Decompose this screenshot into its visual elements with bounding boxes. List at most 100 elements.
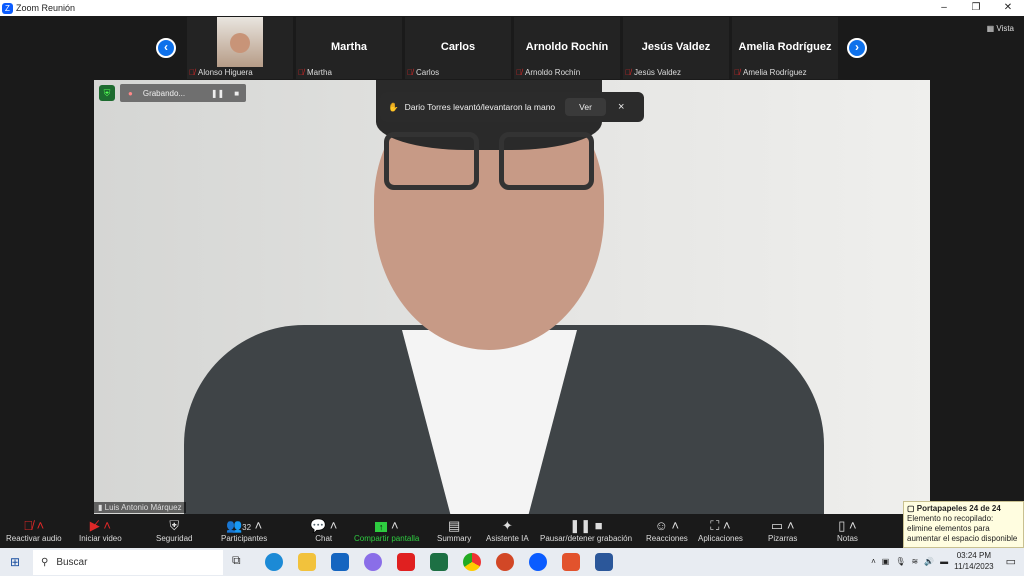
word-icon[interactable]: [595, 553, 613, 571]
recording-indicator: ● Grabando... ❚❚ ■: [120, 84, 246, 102]
muted-mic-icon: 🎙̸ ˄: [23, 518, 45, 533]
participant-tile[interactable]: 🎙̸ Alonso Higuera: [187, 17, 293, 79]
whiteboards-button[interactable]: ▭ ˄ Pizarras: [768, 517, 797, 543]
powerpoint-icon[interactable]: [496, 553, 514, 571]
label: Reacciones: [646, 534, 688, 543]
mail-icon[interactable]: [331, 553, 349, 571]
pause-stop-recording-button[interactable]: ❚❚ ■ Pausar/detener grabación: [540, 517, 632, 543]
zoom-app-icon[interactable]: [529, 553, 547, 571]
smiley-icon: ☺ ˄: [654, 518, 680, 533]
search-label: Buscar: [56, 557, 88, 568]
notifications-icon[interactable]: ▭: [1006, 555, 1016, 568]
tile-label: Alonso Higuera: [198, 68, 253, 77]
share-icon: ↑ ˄: [354, 517, 419, 534]
participant-tile[interactable]: Amelia Rodríguez 🎙̸ Amelia Rodríguez: [732, 17, 838, 79]
copilot-icon[interactable]: [364, 553, 382, 571]
clock[interactable]: 03:24 PM 11/14/2023: [954, 550, 993, 572]
chat-icon: 💬 ˄: [310, 518, 338, 533]
label: Pausar/detener grabación: [540, 534, 633, 543]
summary-button[interactable]: ▤ Summary: [437, 517, 471, 543]
reactions-button[interactable]: ☺ ˄ Reacciones: [646, 517, 688, 543]
muted-mic-icon: 🎙̸: [516, 68, 522, 77]
muted-mic-icon: 🎙̸: [625, 68, 631, 77]
label: Pizarras: [768, 534, 798, 543]
label: Iniciar video: [79, 534, 122, 543]
clipboard-body: Elemento no recopilado: elimine elemento…: [907, 514, 1018, 543]
security-button[interactable]: ⛨ Seguridad: [156, 517, 192, 543]
restore-button[interactable]: ❐: [960, 0, 992, 16]
recording-label: Grabando...: [142, 88, 186, 98]
label: Seguridad: [156, 534, 193, 543]
security-shield-icon: ⛨: [99, 85, 115, 101]
label: Reactivar audio: [6, 534, 62, 543]
battery-icon[interactable]: ▬: [940, 557, 948, 566]
label: Asistente IA: [486, 534, 529, 543]
volume-icon[interactable]: 🔊: [924, 557, 934, 566]
windows-start-icon[interactable]: ⊞: [10, 555, 20, 569]
minimize-button[interactable]: –: [928, 0, 960, 16]
muted-mic-icon: 🎙̸: [298, 68, 304, 77]
meeting-toolbar: 🎙̸ ˄ Reactivar audio ▶̸ ˄ Iniciar video ⛨ S…: [0, 514, 1024, 548]
participant-tile[interactable]: Arnoldo Rochín 🎙̸ Arnoldo Rochín: [514, 17, 620, 79]
participant-tile[interactable]: Jesús Valdez 🎙̸ Jesús Valdez: [623, 17, 729, 79]
date: 11/14/2023: [954, 562, 994, 571]
start-video-button[interactable]: ▶̸ ˄ Iniciar video: [79, 517, 122, 543]
excel-icon[interactable]: [430, 553, 448, 571]
notification-text: Dario Torres levantó/levantaron la mano: [404, 102, 556, 112]
unmute-button[interactable]: 🎙̸ ˄ Reactivar audio: [6, 517, 62, 543]
video-off-icon: ▶̸ ˄: [89, 518, 111, 533]
notes-button[interactable]: ▯ ˄ Notas: [837, 517, 858, 543]
participant-video: [217, 17, 263, 67]
apps-icon: ⛶ ˄: [710, 518, 731, 533]
speaker-name: ▮ Luis Antonio Márquez: [94, 502, 186, 513]
wifi-icon[interactable]: ≋: [911, 557, 918, 566]
clipboard-title: Portapapeles 24 de 24: [916, 504, 1001, 513]
chevron-up-icon[interactable]: ˄: [871, 557, 876, 566]
signal-icon: ▮: [98, 503, 105, 512]
clipboard-icon: ▢: [907, 504, 917, 513]
share-screen-button[interactable]: ↑ ˄ Compartir pantalla: [354, 517, 419, 543]
tile-label: Arnoldo Rochín: [525, 68, 581, 77]
task-view-icon[interactable]: ⧉: [232, 553, 250, 571]
file-explorer-icon[interactable]: [298, 553, 316, 571]
chat-button[interactable]: 💬 ˄ Chat: [310, 517, 337, 543]
tile-name: Carlos: [440, 41, 476, 53]
apps-button[interactable]: ⛶ ˄ Aplicaciones: [698, 517, 743, 543]
pdf-app-icon[interactable]: [562, 553, 580, 571]
tile-label: Amelia Rodríguez: [743, 68, 807, 77]
ai-assistant-button[interactable]: ✦ Asistente IA: [486, 517, 529, 543]
record-dot-icon: ●: [128, 88, 133, 98]
label: Compartir pantalla: [354, 534, 420, 543]
participants-button[interactable]: 👥32 ˄ Participantes: [221, 517, 267, 543]
view-button[interactable]: Ver: [565, 98, 606, 116]
pause-stop-icon: ❚❚ ■: [569, 518, 603, 533]
edge-icon[interactable]: [265, 553, 283, 571]
view-button[interactable]: ▦ Vista: [987, 24, 1014, 33]
people-icon: 👥32 ˄: [225, 518, 263, 533]
taskbar-search[interactable]: ⚲ Buscar: [33, 550, 223, 575]
muted-mic-icon: 🎙̸: [407, 68, 413, 77]
meet-icon[interactable]: ▣: [882, 557, 890, 566]
pause-recording-button[interactable]: ❚❚: [211, 89, 224, 98]
label: Participantes: [221, 534, 268, 543]
stop-recording-button[interactable]: ■: [234, 89, 239, 98]
next-page-button[interactable]: ›: [847, 38, 867, 58]
chrome-icon[interactable]: [463, 553, 481, 571]
label: Notas: [837, 534, 858, 543]
close-button[interactable]: ✕: [992, 0, 1024, 16]
grid-icon: ▦: [986, 24, 997, 33]
microphone-icon[interactable]: 🎙: [895, 557, 905, 566]
participant-tile[interactable]: Carlos 🎙̸ Carlos: [405, 17, 511, 79]
tile-name: Arnoldo Rochín: [525, 41, 609, 53]
zoom-logo-icon: Z: [2, 2, 13, 14]
time: 03:24 PM: [956, 551, 991, 560]
view-label: Vista: [996, 24, 1014, 33]
participant-tile[interactable]: Martha 🎙̸ Martha: [296, 17, 402, 79]
whiteboard-icon: ▭ ˄: [770, 518, 795, 533]
prev-page-button[interactable]: ‹: [156, 38, 176, 58]
summary-icon: ▤: [447, 518, 461, 533]
close-notification-button[interactable]: ×: [618, 101, 624, 113]
youtube-icon[interactable]: [397, 553, 415, 571]
main-video: [94, 80, 930, 514]
label: Summary: [437, 534, 472, 543]
